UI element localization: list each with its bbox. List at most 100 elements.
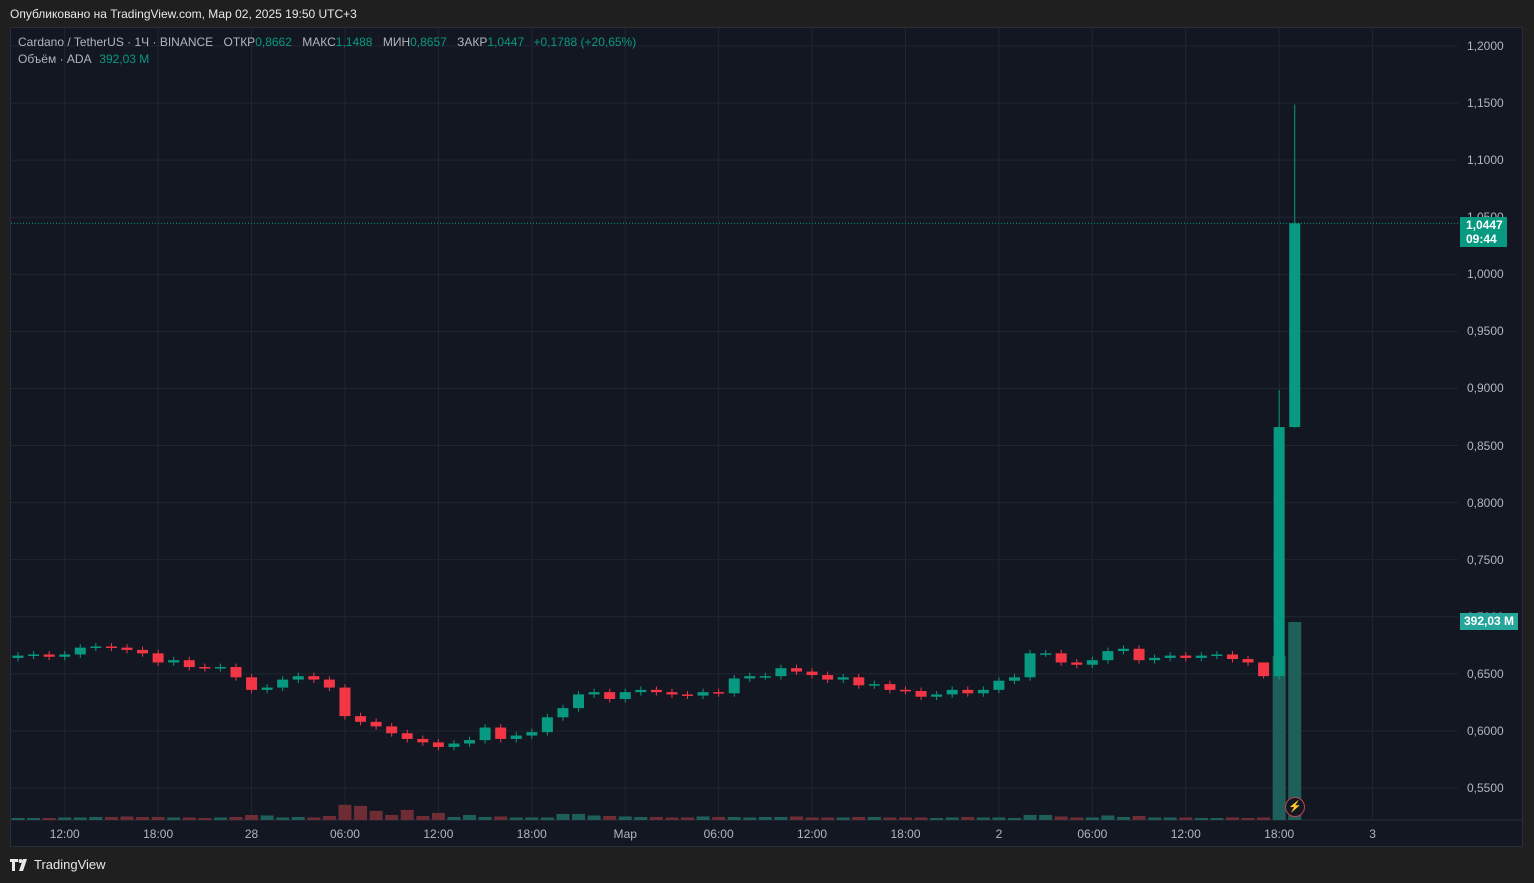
volume-bar [182, 817, 196, 820]
candle-body [588, 692, 600, 695]
candle-body [1024, 653, 1036, 678]
candle-body [666, 692, 678, 695]
volume-bar [291, 816, 305, 820]
volume-title[interactable]: Объём · ADA [18, 52, 91, 66]
volume-legend: Объём · ADA 392,03 M [18, 52, 149, 66]
candle-body [339, 687, 351, 717]
candle-body [1102, 651, 1114, 661]
volume-bar [229, 816, 243, 820]
time-axis-label: Мар [613, 827, 637, 841]
tradingview-logo[interactable]: TradingView [10, 857, 106, 872]
volume-bar [930, 817, 944, 820]
candle-body [386, 726, 398, 734]
volume-bar [260, 815, 274, 820]
volume-bar [945, 817, 959, 820]
volume-bar [354, 805, 368, 820]
candle-body [214, 667, 226, 669]
change-value: +0,1788 (+20,65%) [533, 35, 637, 49]
volume-bar [1225, 817, 1239, 820]
price-axis-label: 0,8000 [1467, 495, 1504, 510]
volume-bar [1288, 622, 1302, 820]
volume-bar [198, 817, 212, 820]
candle-body [791, 668, 802, 672]
volume-bar [1241, 817, 1255, 820]
volume-bar [1023, 814, 1037, 820]
candle-body [1086, 660, 1098, 665]
high-label: МАКС [302, 35, 336, 49]
lightning-icon[interactable]: ⚡ [1285, 797, 1305, 817]
volume-bar [774, 816, 788, 820]
volume-bar [821, 817, 835, 820]
volume-bar [914, 817, 928, 820]
candle-body [822, 675, 834, 680]
time-axis-label: 18:00 [890, 827, 921, 841]
candle-body [1226, 654, 1238, 660]
volume-bar [338, 804, 352, 820]
candle-body [448, 743, 460, 747]
open-value: 0,8662 [255, 35, 292, 49]
symbol-legend: Cardano / TetherUS · 1Ч · BINANCE ОТКР0,… [18, 35, 636, 49]
volume-bar [1210, 817, 1224, 820]
volume-bar [665, 817, 679, 820]
candle-body [90, 646, 102, 648]
low-value: 0,8657 [410, 35, 447, 49]
volume-bar [27, 817, 41, 820]
price-axis-label: 0,6500 [1467, 666, 1504, 681]
candle-body [931, 694, 943, 697]
time-axis-label: 18:00 [143, 827, 174, 841]
candle-body [183, 660, 195, 668]
candle-body [697, 692, 709, 696]
time-axis-label: 2 [995, 827, 1003, 841]
time-axis-label: 18:00 [516, 827, 547, 841]
candle-body [977, 689, 989, 694]
candle-body [899, 689, 911, 692]
candle-body [479, 727, 491, 741]
volume-bar [587, 815, 601, 820]
candle-body [728, 678, 740, 694]
price-axis-label: 0,9500 [1467, 324, 1504, 339]
volume-bar [369, 810, 383, 820]
volume-bar [1194, 817, 1208, 820]
candle-body [650, 689, 662, 693]
volume-bar [1085, 817, 1099, 820]
candle-body [1149, 657, 1161, 661]
candle-body [1258, 662, 1270, 677]
candle-body [199, 667, 211, 669]
candlestick-chart[interactable] [0, 0, 1534, 883]
candle-body [884, 684, 896, 690]
candle-body [370, 721, 382, 727]
candle-body [915, 691, 927, 697]
volume-bar [1070, 817, 1084, 820]
candle-body [246, 677, 258, 690]
candle-body [1289, 223, 1301, 428]
candle-body [464, 740, 476, 744]
volume-bar [151, 816, 165, 820]
volume-bar [400, 809, 414, 820]
candle-body [510, 735, 522, 739]
symbol-title[interactable]: Cardano / TetherUS · 1Ч · BINANCE [18, 35, 213, 49]
candle-body [682, 694, 694, 696]
volume-bar [603, 815, 617, 820]
candle-body [168, 660, 180, 663]
volume-bar [1272, 655, 1286, 820]
candle-body [1180, 655, 1192, 658]
time-axis-label: 12:00 [49, 827, 80, 841]
candle-body [541, 717, 553, 733]
volume-bar [525, 817, 539, 820]
volume-bar [618, 816, 632, 820]
candle-body [401, 733, 413, 739]
volume-bar [509, 817, 523, 820]
volume-bar [540, 817, 554, 820]
volume-bar [634, 816, 648, 820]
candle-body [432, 742, 444, 747]
volume-bar [1007, 817, 1021, 820]
candle-body [837, 677, 849, 680]
high-value: 1,1488 [335, 35, 373, 49]
volume-bar [1116, 816, 1130, 820]
volume-bar [992, 817, 1006, 820]
time-axis-label: 12:00 [797, 827, 828, 841]
volume-bar [758, 816, 772, 820]
volume-tag: 392,03 M [1460, 613, 1518, 630]
volume-bar [805, 817, 819, 820]
candle-body [74, 647, 86, 655]
